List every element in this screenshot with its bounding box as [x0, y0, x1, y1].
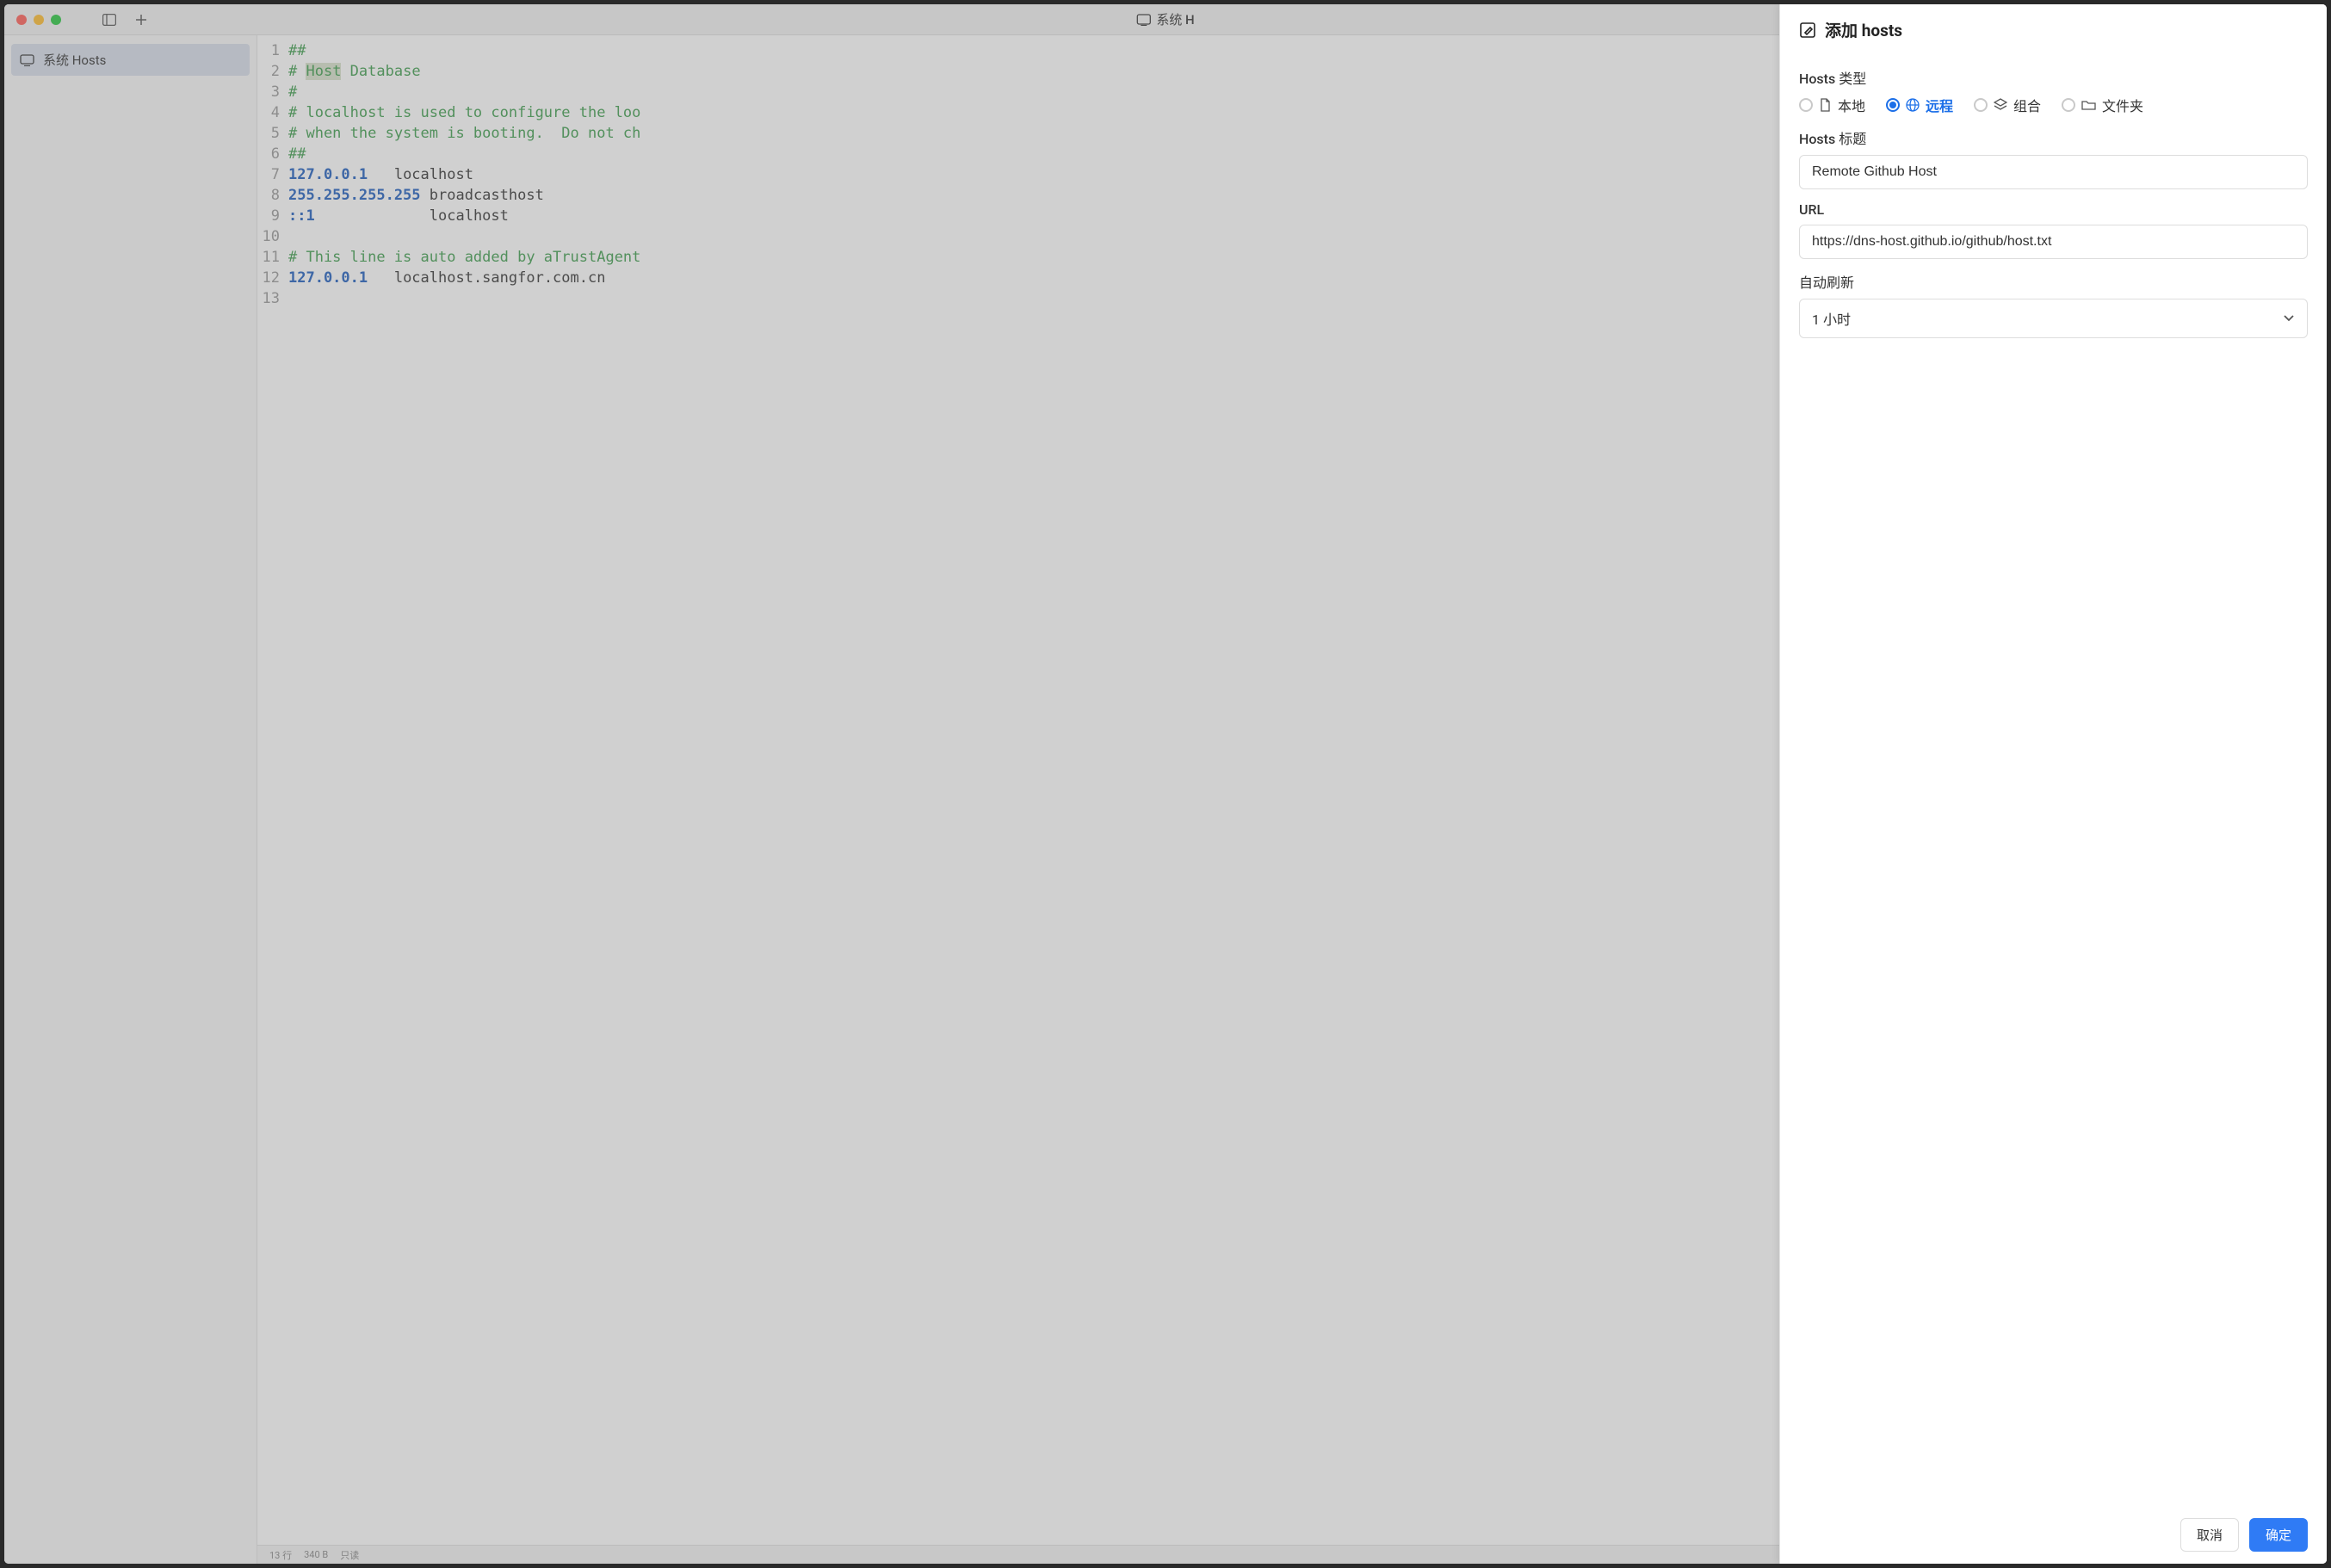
ok-button[interactable]: 确定: [2249, 1518, 2308, 1552]
window-title: 系统 H: [1136, 10, 1194, 28]
radio-folder[interactable]: 文件夹: [2062, 95, 2143, 115]
url-input[interactable]: [1799, 225, 2308, 259]
auto-refresh-label: 自动刷新: [1799, 271, 2308, 292]
sidebar-item-system-hosts[interactable]: 系统 Hosts: [11, 44, 250, 76]
line-gutter: 12345678910111213: [257, 40, 288, 1545]
layers-icon: [1994, 98, 2007, 112]
hosts-type-label: Hosts 类型: [1799, 67, 2308, 88]
monitor-icon: [20, 53, 34, 66]
hosts-title-label: Hosts 标题: [1799, 127, 2308, 148]
status-readonly: 只读: [340, 1548, 359, 1562]
globe-icon: [1906, 98, 1920, 112]
status-lines: 13 行: [269, 1548, 292, 1562]
close-window[interactable]: [16, 15, 27, 25]
minimize-window[interactable]: [34, 15, 44, 25]
status-size: 340 B: [304, 1549, 328, 1560]
hosts-type-radio-group: 本地 远程 组合 文件夹: [1799, 95, 2308, 115]
radio-remote[interactable]: 远程: [1886, 95, 1953, 115]
maximize-window[interactable]: [51, 15, 61, 25]
url-label: URL: [1799, 201, 2308, 218]
chevron-down-icon: [2283, 314, 2295, 323]
hosts-title-input[interactable]: [1799, 155, 2308, 189]
sidebar: 系统 Hosts: [4, 35, 257, 1564]
cancel-button[interactable]: 取消: [2180, 1518, 2239, 1552]
radio-local[interactable]: 本地: [1799, 95, 1865, 115]
add-hosts-panel: 添加 hosts Hosts 类型 本地 远程 组合: [1779, 4, 2327, 1564]
file-icon: [1819, 98, 1832, 112]
auto-refresh-select[interactable]: 1 小时: [1799, 299, 2308, 338]
panel-title: 添加 hosts: [1825, 18, 1902, 41]
auto-refresh-value: 1 小时: [1812, 308, 1851, 329]
traffic-lights: [16, 15, 61, 25]
folder-icon: [2081, 99, 2096, 111]
add-hosts-button[interactable]: [135, 14, 147, 26]
radio-group[interactable]: 组合: [1974, 95, 2041, 115]
panel-layout-icon[interactable]: [102, 14, 116, 26]
sidebar-item-label: 系统 Hosts: [43, 51, 106, 69]
edit-icon: [1799, 22, 1816, 39]
